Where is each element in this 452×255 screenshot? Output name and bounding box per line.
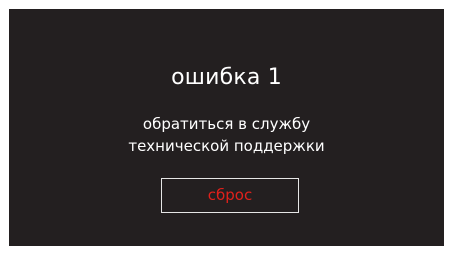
error-message: обратиться в службу технической поддержк… bbox=[9, 113, 444, 157]
error-title: ошибка 1 bbox=[171, 65, 282, 90]
error-message-line-2: технической поддержки bbox=[128, 137, 325, 155]
error-screen: ошибка 1 обратиться в службу технической… bbox=[9, 9, 444, 246]
error-message-line-1: обратиться в службу bbox=[142, 115, 311, 133]
reset-button[interactable]: сброс bbox=[161, 178, 299, 213]
